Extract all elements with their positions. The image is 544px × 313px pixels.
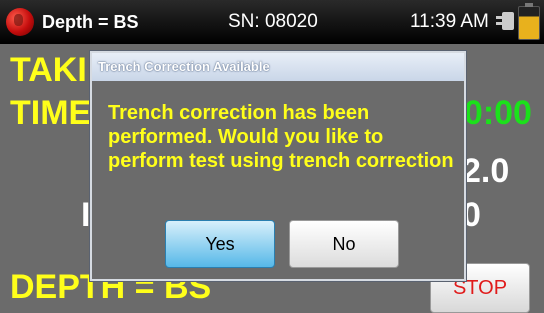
serial-number: SN: 08020 xyxy=(228,11,318,32)
trench-correction-dialog: Trench Correction Available Trench corre… xyxy=(90,51,466,281)
depth-mode-label: Depth = BS xyxy=(42,12,139,32)
time-label: TIME xyxy=(10,94,92,132)
clock-time: 11:39 AM xyxy=(410,11,489,32)
yes-button[interactable]: Yes xyxy=(165,220,275,268)
status-bar: Depth = BS SN: 08020 11:39 AM xyxy=(0,0,544,44)
taking-label: TAKI xyxy=(10,51,87,89)
globe-icon[interactable] xyxy=(6,8,34,36)
no-button[interactable]: No xyxy=(289,220,399,268)
power-plug-icon xyxy=(496,12,514,30)
dialog-title: Trench Correction Available xyxy=(92,53,464,81)
dialog-message: Trench correction has been performed. Wo… xyxy=(108,102,454,172)
battery-icon xyxy=(518,3,540,40)
reading-value-1: 2.0 xyxy=(462,152,510,190)
